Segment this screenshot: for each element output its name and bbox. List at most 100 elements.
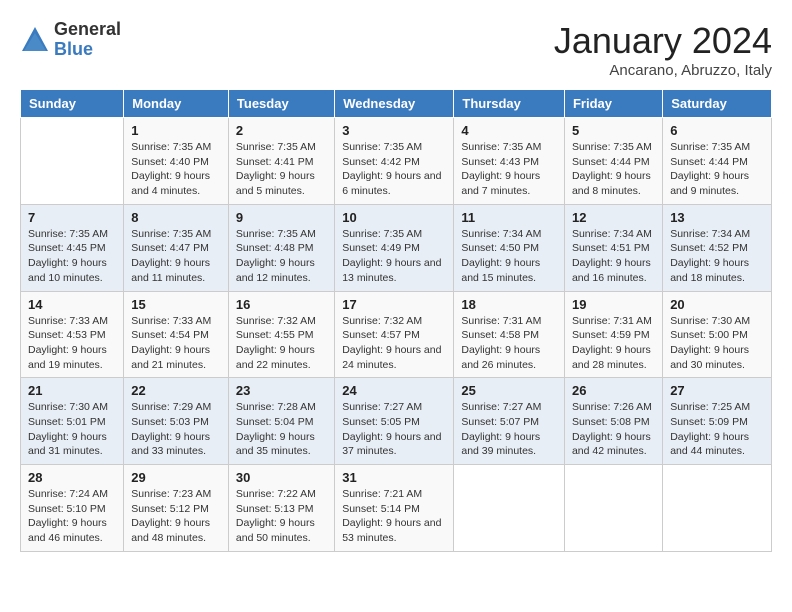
day-info: Sunrise: 7:35 AMSunset: 4:44 PMDaylight:… [572,140,655,199]
calendar-cell: 4Sunrise: 7:35 AMSunset: 4:43 PMDaylight… [454,118,565,205]
day-number: 1 [131,123,221,138]
day-number: 22 [131,383,221,398]
calendar-cell: 5Sunrise: 7:35 AMSunset: 4:44 PMDaylight… [564,118,662,205]
day-info: Sunrise: 7:28 AMSunset: 5:04 PMDaylight:… [236,400,327,459]
day-info: Sunrise: 7:24 AMSunset: 5:10 PMDaylight:… [28,487,116,546]
day-info: Sunrise: 7:35 AMSunset: 4:40 PMDaylight:… [131,140,221,199]
calendar-cell: 23 Sunrise: 7:28 AMSunset: 5:04 PMDayligh… [228,378,334,465]
day-number: 14 [28,297,116,312]
day-info: Sunrise: 7:35 AMSunset: 4:47 PMDaylight:… [131,227,221,286]
day-info: Sunrise: 7:35 AMSunset: 4:44 PMDaylight:… [670,140,764,199]
calendar-cell [454,465,565,552]
calendar-cell: 18Sunrise: 7:31 AMSunset: 4:58 PMDayligh… [454,291,565,378]
day-info: Sunrise: 7:30 AMSunset: 5:00 PMDaylight:… [670,314,764,373]
day-number: 16 [236,297,327,312]
day-info: Sunrise: 7:32 AMSunset: 4:55 PMDaylight:… [236,314,327,373]
day-info: Sunrise: 7:33 AMSunset: 4:54 PMDaylight:… [131,314,221,373]
calendar-cell: 2Sunrise: 7:35 AMSunset: 4:41 PMDaylight… [228,118,334,205]
calendar-cell: 29 Sunrise: 7:23 AMSunset: 5:12 PMDayligh… [124,465,229,552]
day-info: Sunrise: 7:35 AMSunset: 4:42 PMDaylight:… [342,140,446,199]
calendar-cell: 21Sunrise: 7:30 AMSunset: 5:01 PMDayligh… [21,378,124,465]
weekday-header: Sunday [21,90,124,118]
day-info: Sunrise: 7:35 AMSunset: 4:43 PMDaylight:… [461,140,557,199]
calendar-cell: 1 Sunrise: 7:35 AMSunset: 4:40 PMDaylight… [124,118,229,205]
calendar-table: SundayMondayTuesdayWednesdayThursdayFrid… [20,89,772,552]
calendar-cell: 6 Sunrise: 7:35 AMSunset: 4:44 PMDaylight… [663,118,772,205]
day-info: Sunrise: 7:35 AMSunset: 4:41 PMDaylight:… [236,140,327,199]
weekday-header: Monday [124,90,229,118]
day-info: Sunrise: 7:35 AMSunset: 4:48 PMDaylight:… [236,227,327,286]
weekday-header: Saturday [663,90,772,118]
calendar-cell: 3 Sunrise: 7:35 AMSunset: 4:42 PMDaylight… [335,118,454,205]
calendar-cell: 25 Sunrise: 7:27 AMSunset: 5:07 PMDayligh… [454,378,565,465]
day-info: Sunrise: 7:35 AMSunset: 4:45 PMDaylight:… [28,227,116,286]
calendar-cell: 15 Sunrise: 7:33 AMSunset: 4:54 PMDayligh… [124,291,229,378]
calendar-cell: 24Sunrise: 7:27 AMSunset: 5:05 PMDayligh… [335,378,454,465]
weekday-header-row: SundayMondayTuesdayWednesdayThursdayFrid… [21,90,772,118]
day-number: 15 [131,297,221,312]
day-number: 26 [572,383,655,398]
weekday-header: Friday [564,90,662,118]
day-info: Sunrise: 7:31 AMSunset: 4:59 PMDaylight:… [572,314,655,373]
day-info: Sunrise: 7:21 AMSunset: 5:14 PMDaylight:… [342,487,446,546]
day-number: 6 [670,123,764,138]
day-number: 29 [131,470,221,485]
day-number: 31 [342,470,446,485]
logo-blue: Blue [54,40,121,60]
day-info: Sunrise: 7:33 AMSunset: 4:53 PMDaylight:… [28,314,116,373]
day-number: 20 [670,297,764,312]
day-number: 24 [342,383,446,398]
day-info: Sunrise: 7:30 AMSunset: 5:01 PMDaylight:… [28,400,116,459]
day-number: 7 [28,210,116,225]
day-info: Sunrise: 7:31 AMSunset: 4:58 PMDaylight:… [461,314,557,373]
calendar-cell: 31 Sunrise: 7:21 AMSunset: 5:14 PMDayligh… [335,465,454,552]
day-number: 19 [572,297,655,312]
day-number: 28 [28,470,116,485]
calendar-cell: 22 Sunrise: 7:29 AMSunset: 5:03 PMDayligh… [124,378,229,465]
day-number: 3 [342,123,446,138]
calendar-week-row: 14 Sunrise: 7:33 AMSunset: 4:53 PMDayligh… [21,291,772,378]
calendar-cell: 26 Sunrise: 7:26 AMSunset: 5:08 PMDayligh… [564,378,662,465]
day-info: Sunrise: 7:34 AMSunset: 4:52 PMDaylight:… [670,227,764,286]
day-number: 25 [461,383,557,398]
day-number: 11 [461,210,557,225]
day-number: 30 [236,470,327,485]
calendar-cell: 19 Sunrise: 7:31 AMSunset: 4:59 PMDayligh… [564,291,662,378]
calendar-cell: 27 Sunrise: 7:25 AMSunset: 5:09 PMDayligh… [663,378,772,465]
calendar-cell: 30Sunrise: 7:22 AMSunset: 5:13 PMDayligh… [228,465,334,552]
day-info: Sunrise: 7:29 AMSunset: 5:03 PMDaylight:… [131,400,221,459]
day-info: Sunrise: 7:34 AMSunset: 4:50 PMDaylight:… [461,227,557,286]
day-info: Sunrise: 7:27 AMSunset: 5:07 PMDaylight:… [461,400,557,459]
day-number: 27 [670,383,764,398]
day-info: Sunrise: 7:23 AMSunset: 5:12 PMDaylight:… [131,487,221,546]
calendar-cell: 11 Sunrise: 7:34 AMSunset: 4:50 PMDayligh… [454,204,565,291]
calendar-cell: 9Sunrise: 7:35 AMSunset: 4:48 PMDaylight… [228,204,334,291]
logo-icon [20,25,50,55]
calendar-cell [663,465,772,552]
calendar-cell: 8 Sunrise: 7:35 AMSunset: 4:47 PMDaylight… [124,204,229,291]
weekday-header: Thursday [454,90,565,118]
title-block: January 2024 Ancarano, Abruzzo, Italy [554,20,772,79]
calendar-cell: 10Sunrise: 7:35 AMSunset: 4:49 PMDayligh… [335,204,454,291]
day-info: Sunrise: 7:34 AMSunset: 4:51 PMDaylight:… [572,227,655,286]
calendar-cell [21,118,124,205]
calendar-week-row: 7 Sunrise: 7:35 AMSunset: 4:45 PMDaylight… [21,204,772,291]
day-number: 23 [236,383,327,398]
calendar-cell: 12 Sunrise: 7:34 AMSunset: 4:51 PMDayligh… [564,204,662,291]
calendar-week-row: 1 Sunrise: 7:35 AMSunset: 4:40 PMDaylight… [21,118,772,205]
day-number: 8 [131,210,221,225]
calendar-cell: 13Sunrise: 7:34 AMSunset: 4:52 PMDayligh… [663,204,772,291]
calendar-cell: 17Sunrise: 7:32 AMSunset: 4:57 PMDayligh… [335,291,454,378]
day-info: Sunrise: 7:26 AMSunset: 5:08 PMDaylight:… [572,400,655,459]
day-info: Sunrise: 7:25 AMSunset: 5:09 PMDaylight:… [670,400,764,459]
calendar-cell: 20 Sunrise: 7:30 AMSunset: 5:00 PMDayligh… [663,291,772,378]
month-title: January 2024 [554,20,772,62]
calendar-cell: 14 Sunrise: 7:33 AMSunset: 4:53 PMDayligh… [21,291,124,378]
weekday-header: Tuesday [228,90,334,118]
weekday-header: Wednesday [335,90,454,118]
day-number: 17 [342,297,446,312]
calendar-cell: 16 Sunrise: 7:32 AMSunset: 4:55 PMDayligh… [228,291,334,378]
calendar-week-row: 21Sunrise: 7:30 AMSunset: 5:01 PMDayligh… [21,378,772,465]
calendar-week-row: 28 Sunrise: 7:24 AMSunset: 5:10 PMDayligh… [21,465,772,552]
day-number: 12 [572,210,655,225]
